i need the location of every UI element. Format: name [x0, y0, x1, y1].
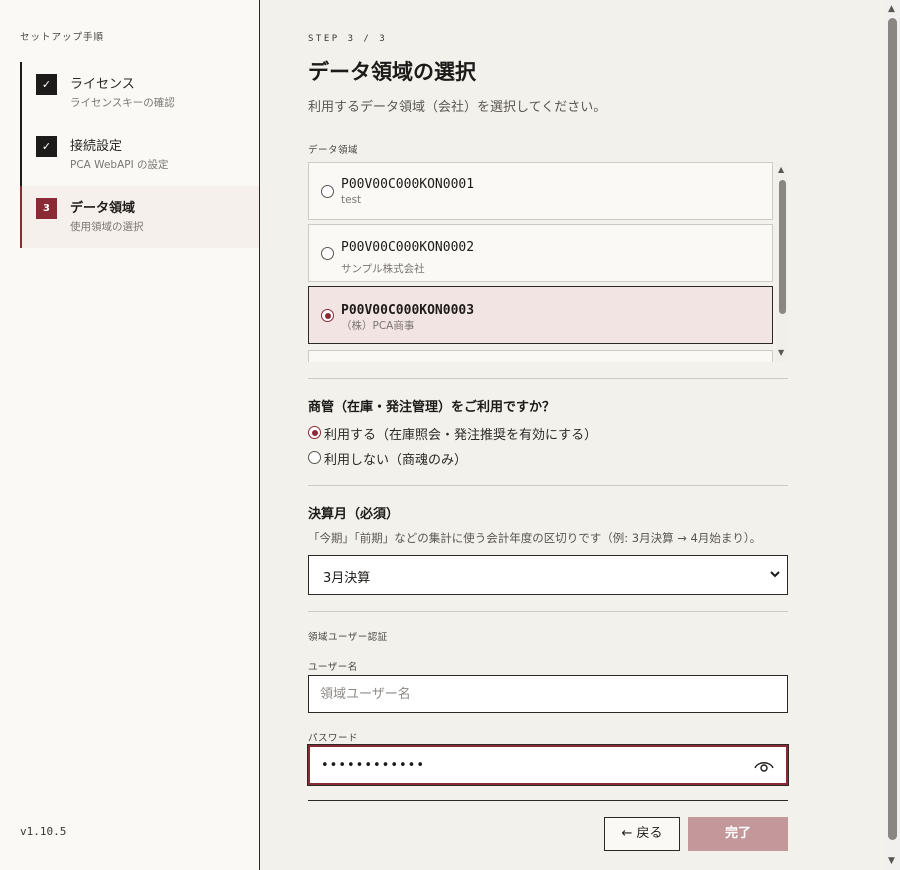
radio-button[interactable] [308, 426, 321, 439]
check-icon: ✓ [36, 136, 57, 157]
username-input[interactable] [309, 676, 787, 712]
password-field[interactable] [308, 745, 788, 785]
sidebar-title: セットアップ手順 [20, 32, 105, 43]
area-name: （株）PCA商事 [341, 320, 415, 332]
username-field[interactable] [308, 675, 788, 713]
data-area-option-selected[interactable]: P00V00C000KON0003 （株）PCA商事 [308, 286, 773, 344]
page-title: データ領域の選択 [308, 60, 476, 84]
check-icon: ✓ [36, 74, 57, 95]
select-value: 3月決算 [323, 571, 371, 586]
divider [308, 485, 788, 486]
username-label: ユーザー名 [308, 662, 358, 673]
data-area-option[interactable]: P00V00C000KON0002 サンプル株式会社 [308, 224, 773, 282]
finish-button[interactable]: 完了 [688, 817, 788, 851]
step-data-area[interactable]: 3 データ領域 使用領域の選択 [20, 186, 259, 248]
inventory-question: 商管（在庫・発注管理）をご利用ですか？ [308, 400, 556, 415]
step-subtitle: 使用領域の選択 [70, 221, 144, 233]
area-name: test [341, 194, 362, 206]
back-button[interactable]: ← 戻る [604, 817, 680, 851]
data-area-list[interactable]: P00V00C000KON0001 test P00V00C000KON0002… [308, 162, 788, 362]
step-subtitle: PCA WebAPI の設定 [70, 159, 169, 171]
eye-icon[interactable] [754, 759, 774, 773]
area-code: P00V00C000KON0003 [341, 303, 475, 318]
data-area-option[interactable] [308, 350, 773, 362]
radio-button[interactable] [321, 247, 334, 260]
version-label: v1.10.5 [20, 825, 67, 838]
fiscal-month-hint: 「今期」「前期」などの集計に使う会計年度の区切りです（例: 3月決算 → 4月始… [308, 531, 762, 545]
area-name: サンプル株式会社 [341, 263, 425, 275]
step-title: ライセンス [70, 77, 135, 92]
area-code: P00V00C000KON0001 [341, 177, 475, 192]
data-area-option[interactable]: P00V00C000KON0001 test [308, 162, 773, 220]
step-indicator: STEP 3 / 3 [308, 34, 388, 44]
divider [308, 611, 788, 612]
step-title: データ領域 [70, 201, 136, 216]
auth-section-label: 領域ユーザー認証 [308, 632, 388, 643]
scroll-down-icon[interactable]: ▼ [778, 348, 784, 357]
list-scrollbar[interactable]: ▲ ▼ [776, 162, 788, 362]
divider [308, 800, 788, 801]
step-number-badge: 3 [36, 198, 57, 219]
area-code: P00V00C000KON0002 [341, 240, 475, 255]
data-area-label: データ領域 [308, 145, 359, 156]
password-label: パスワード [308, 733, 359, 744]
sidebar: セットアップ手順 ✓ ライセンス ライセンスキーの確認 ✓ 接続設定 PCA W… [0, 0, 260, 870]
page-description: 利用するデータ領域（会社）を選択してください。 [308, 100, 607, 115]
option-label: 利用しない（商魂のみ） [324, 453, 468, 468]
divider [308, 378, 788, 379]
password-input[interactable] [310, 747, 786, 783]
option-label: 利用する（在庫照会・発注推奨を有効にする） [324, 428, 598, 443]
radio-button[interactable] [321, 309, 334, 322]
step-title: 接続設定 [70, 139, 123, 154]
step-license[interactable]: ✓ ライセンス ライセンスキーの確認 [20, 62, 259, 124]
step-subtitle: ライセンスキーの確認 [70, 97, 175, 109]
fiscal-month-select[interactable]: 3月決算 [308, 555, 788, 595]
scroll-thumb[interactable] [888, 18, 897, 840]
scroll-up-icon[interactable]: ▲ [888, 4, 895, 14]
scroll-down-icon[interactable]: ▼ [888, 856, 895, 866]
step-connection[interactable]: ✓ 接続設定 PCA WebAPI の設定 [20, 124, 259, 186]
setup-steps: ✓ ライセンス ライセンスキーの確認 ✓ 接続設定 PCA WebAPI の設定… [20, 62, 259, 248]
radio-button[interactable] [321, 185, 334, 198]
scroll-thumb[interactable] [779, 180, 786, 314]
radio-button[interactable] [308, 451, 321, 464]
scroll-up-icon[interactable]: ▲ [778, 165, 784, 174]
page-scrollbar[interactable]: ▲ ▼ [885, 0, 900, 870]
fiscal-month-title: 決算月（必須） [308, 507, 400, 522]
chevron-down-icon [770, 571, 780, 578]
